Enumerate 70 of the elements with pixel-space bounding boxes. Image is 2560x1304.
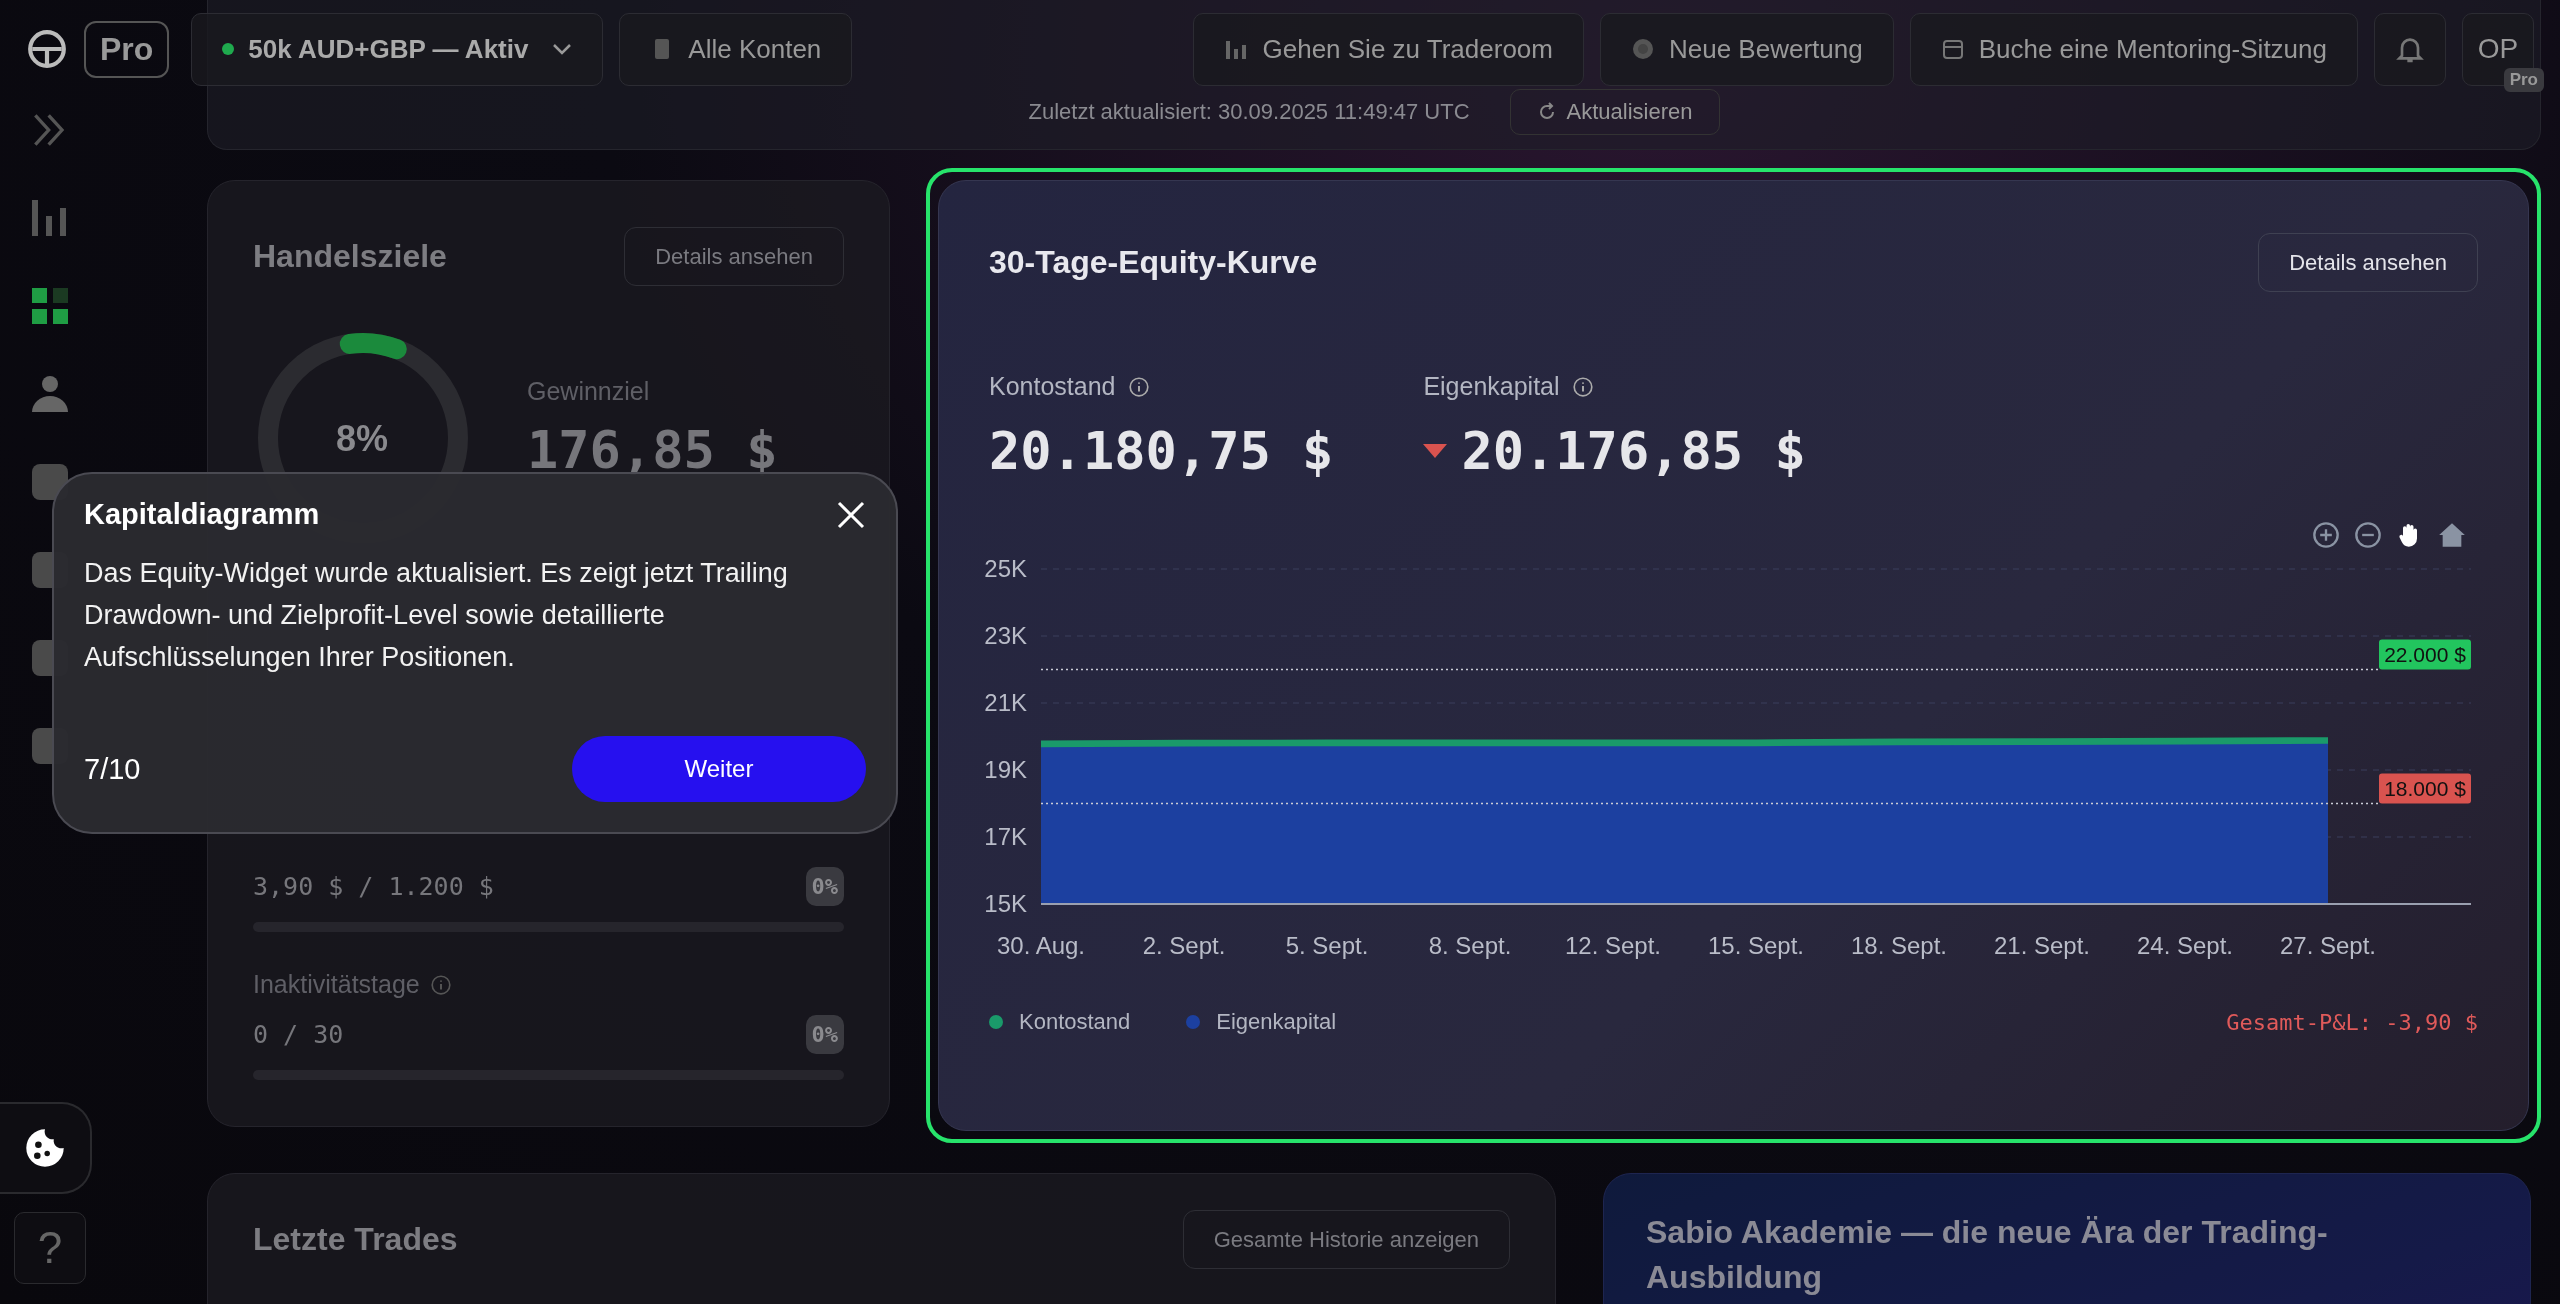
- account-selector[interactable]: 50k AUD+GBP — Aktiv: [191, 12, 604, 86]
- cookie-button[interactable]: [0, 1102, 92, 1194]
- axis-label: 15. Sept.: [1707, 932, 1805, 959]
- axis-label: 12. Sept.: [1564, 932, 1662, 959]
- card-title: Sabio Akademie — die neue Ära der Trading-Ausbildung: [1646, 1213, 2329, 1297]
- home-icon[interactable]: [2438, 521, 2466, 549]
- axis-label: 24. Sept.: [2136, 932, 2234, 959]
- goal-label: Inaktivitätstage: [253, 970, 420, 999]
- step-counter: 7/10: [84, 752, 141, 786]
- balance-value: 20.180,75 $: [989, 421, 1334, 481]
- goal-value: 3,90 $ / 1.200 $: [253, 872, 494, 901]
- cookie-icon: [23, 1126, 67, 1170]
- grid-icon[interactable]: [30, 286, 70, 326]
- legend-label: Eigenkapital: [1216, 1009, 1337, 1035]
- level-tag: 18.000 $: [2379, 773, 2471, 804]
- action-button[interactable]: Gehen Sie zu Traderoom: [1193, 12, 1584, 86]
- legend-label: Kontostand: [1019, 1009, 1131, 1035]
- caret-icon: [552, 43, 573, 55]
- notifications-button[interactable]: [2374, 12, 2446, 86]
- goal-value: 0 / 30: [253, 1020, 344, 1049]
- next-button[interactable]: Weiter: [572, 736, 866, 802]
- zoom-in-icon[interactable]: [2312, 521, 2340, 549]
- plan-badge: Pro: [84, 20, 170, 78]
- axis-label: 30. Aug.: [996, 932, 1086, 959]
- axis-label: 27. Sept.: [2279, 932, 2377, 959]
- refresh-button[interactable]: Aktualisieren: [1509, 89, 1720, 135]
- info-icon: [1127, 375, 1150, 398]
- axis-label: 25K: [984, 555, 1027, 582]
- logo-icon[interactable]: [26, 28, 68, 70]
- total-pnl: Gesamt-P&L: -3,90 $: [2226, 1009, 2478, 1035]
- axis-label: 21K: [984, 689, 1027, 716]
- card-title: Handelsziele: [253, 238, 447, 275]
- card-title: Letzte Trades: [253, 1221, 458, 1258]
- help-button[interactable]: ?: [14, 1212, 86, 1284]
- zoom-out-icon[interactable]: [2354, 521, 2382, 549]
- plan-badge: Pro: [2503, 68, 2544, 92]
- all-accounts-button[interactable]: Alle Konten: [619, 12, 853, 86]
- details-button[interactable]: Details ansehen: [2258, 233, 2478, 292]
- calendar-icon: [1940, 37, 1965, 61]
- level-tag: 22.000 $: [2379, 639, 2471, 670]
- balance-label: Kontostand: [989, 372, 1116, 401]
- percent-badge: 0%: [805, 1015, 844, 1054]
- profit-target-label: Gewinnziel: [527, 376, 651, 406]
- equity-label: Eigenkapital: [1423, 372, 1560, 401]
- coin-icon: [1631, 37, 1655, 61]
- profit-target-value: 176,85 $: [527, 419, 778, 480]
- axis-label: 21. Sept.: [1993, 932, 2091, 959]
- axis-label: 8. Sept.: [1428, 932, 1512, 959]
- axis-label: 19K: [984, 756, 1027, 783]
- history-button[interactable]: Gesamte Historie anzeigen: [1182, 1210, 1510, 1269]
- close-icon[interactable]: [836, 499, 866, 530]
- popup-title: Kapitaldiagramm: [84, 498, 320, 531]
- percent-badge: 0%: [805, 867, 844, 906]
- equity-value: 20.176,85 $: [1461, 421, 1806, 481]
- info-icon: [1571, 375, 1594, 398]
- axis-label: 15K: [984, 890, 1027, 917]
- person-icon[interactable]: [30, 374, 70, 414]
- axis-label: 5. Sept.: [1285, 932, 1369, 959]
- last-updated-text: Zuletzt aktualisiert: 30.09.2025 11:49:47 UTC: [1028, 99, 1470, 125]
- axis-label: 18. Sept.: [1850, 932, 1948, 959]
- progress-percent: 8%: [336, 418, 389, 460]
- axis-label: 23K: [984, 622, 1027, 649]
- details-button[interactable]: Details ansehen: [624, 227, 844, 286]
- info-icon: [429, 973, 452, 996]
- action-button[interactable]: Neue Bewertung: [1600, 12, 1894, 86]
- popup-text: Das Equity-Widget wurde aktualisiert. Es zeigt jetzt Trailing Drawdown- und Zielprofit-Level sowie detaillierte Aufschlüsselungen Ihrer Positionen.: [84, 557, 789, 674]
- card-title: 30-Tage-Equity-Kurve: [989, 244, 1318, 281]
- axis-label: 17K: [984, 823, 1027, 850]
- axis-label: 2. Sept.: [1142, 932, 1226, 959]
- action-button[interactable]: Buche eine Mentoring-Sitzung: [1909, 12, 2358, 86]
